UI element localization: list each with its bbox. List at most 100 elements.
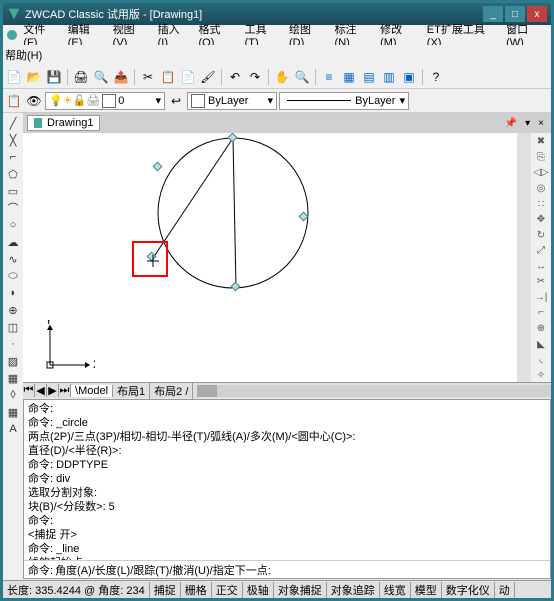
cmd-input[interactable]: 角度(A)/长度(L)/跟踪(T)/撤消(U)/指定下一点: xyxy=(55,562,271,578)
command-window: 命令: 命令: _circle 两点(2P)/三点(3P)/相切-相切-半径(T… xyxy=(23,399,551,579)
mtext-icon[interactable]: A xyxy=(5,421,21,437)
otrack-button[interactable]: 对象追踪 xyxy=(327,582,380,598)
cmd-line: 两点(2P)/三点(3P)/相切-相切-半径(T)/弧线(A)/多次(M)/<圆… xyxy=(28,430,546,444)
cmd-line: 命令: div xyxy=(28,472,546,486)
zoom-icon[interactable]: 🔍 xyxy=(293,68,311,86)
app-icon xyxy=(5,28,18,42)
table-icon[interactable]: ▦ xyxy=(5,404,21,420)
drawing-canvas[interactable]: X Y xyxy=(23,133,517,382)
polar-button[interactable]: 极轴 xyxy=(243,582,274,598)
layers-icon[interactable]: ≡ xyxy=(320,68,338,86)
trim-icon[interactable]: ✂ xyxy=(533,275,549,289)
redo-icon[interactable]: ↷ xyxy=(246,68,264,86)
copy-obj-icon[interactable]: ⎘ xyxy=(533,151,549,165)
color-dropdown[interactable]: ByLayer ▾ xyxy=(187,92,277,110)
line-icon[interactable]: ╱ xyxy=(5,115,21,131)
draw-toolbar: ╱ ╳ ⌐ ⬠ ▭ ⌒ ○ ☁ ∿ ⬭ ◗ ⊕ ◫ · ▨ ▦ ◊ ▦ A xyxy=(3,113,23,580)
print-icon[interactable]: 🖨 xyxy=(72,68,90,86)
modify-toolbar: ✖ ⎘ ◁▷ ◎ ∷ ✥ ↻ ⤢ ↔ ✂ →| ⌐ ⊕ ◣ ◟ ✧ xyxy=(531,133,551,382)
point-icon[interactable]: · xyxy=(5,336,21,352)
snap-button[interactable]: 捕捉 xyxy=(150,582,181,598)
layer-name: 0 xyxy=(118,95,124,107)
doc-tab-active[interactable]: Drawing1 xyxy=(27,115,100,131)
save-icon[interactable]: 💾 xyxy=(45,68,63,86)
scale-icon[interactable]: ⤢ xyxy=(533,244,549,258)
layer-dropdown[interactable]: 💡☀🔓🖨 0 ▾ xyxy=(45,92,165,110)
preview-icon[interactable]: 🔍 xyxy=(92,68,110,86)
cut-icon[interactable]: ✂ xyxy=(139,68,157,86)
palette-icon[interactable]: ▥ xyxy=(380,68,398,86)
grid-button[interactable]: 栅格 xyxy=(181,582,212,598)
join-icon[interactable]: ⊕ xyxy=(533,322,549,336)
new-icon[interactable]: 📄 xyxy=(5,68,23,86)
move-icon[interactable]: ✥ xyxy=(533,213,549,227)
layer-icon[interactable]: 👁 xyxy=(25,92,43,110)
tab-pin-icon[interactable]: 📌 xyxy=(502,118,520,129)
array-icon[interactable]: ∷ xyxy=(533,197,549,211)
ellarc-icon[interactable]: ◗ xyxy=(5,285,21,301)
xline-icon[interactable]: ╳ xyxy=(5,132,21,148)
circle-icon[interactable]: ○ xyxy=(5,217,21,233)
hatch-icon[interactable]: ▨ xyxy=(5,353,21,369)
revcloud-icon[interactable]: ☁ xyxy=(5,234,21,250)
tablet-button[interactable]: 数字化仪 xyxy=(442,582,495,598)
sheet-icon[interactable]: ▣ xyxy=(400,68,418,86)
vscrollbar[interactable] xyxy=(517,133,531,382)
erase-icon[interactable]: ✖ xyxy=(533,135,549,149)
crosshair-cursor xyxy=(147,255,159,267)
polygon-icon[interactable]: ⬠ xyxy=(5,166,21,182)
tab-last-icon[interactable]: ⏭ xyxy=(59,384,71,397)
help-icon[interactable]: ? xyxy=(427,68,445,86)
layout-tab-1[interactable]: 布局1 xyxy=(113,383,150,399)
cmd-prompt: 命令: xyxy=(28,562,53,578)
hscrollbar[interactable] xyxy=(197,385,551,397)
region-icon[interactable]: ◊ xyxy=(5,387,21,403)
model-button[interactable]: 模型 xyxy=(411,582,442,598)
coord-display: 长度: 335.4244 @ 角度: 234 xyxy=(3,582,150,598)
menu-help[interactable]: 帮助(H) xyxy=(5,47,42,63)
lwt-button[interactable]: 线宽 xyxy=(380,582,411,598)
spline-icon[interactable]: ∿ xyxy=(5,251,21,267)
tab-close-icon[interactable]: × xyxy=(535,118,547,129)
copy-icon[interactable]: 📋 xyxy=(159,68,177,86)
cmd-line: 命令: _line xyxy=(28,542,546,556)
tab-dropdown-icon[interactable]: ▾ xyxy=(522,118,533,129)
block-icon[interactable]: ◫ xyxy=(5,319,21,335)
undo-icon[interactable]: ↶ xyxy=(226,68,244,86)
publish-icon[interactable]: 📤 xyxy=(112,68,130,86)
gradient-icon[interactable]: ▦ xyxy=(5,370,21,386)
fillet-icon[interactable]: ◟ xyxy=(533,353,549,367)
stretch-icon[interactable]: ↔ xyxy=(533,260,549,274)
chamfer-icon[interactable]: ◣ xyxy=(533,337,549,351)
match-icon[interactable]: 🖌 xyxy=(199,68,217,86)
explode-icon[interactable]: ✧ xyxy=(533,368,549,382)
dyn-button[interactable]: 动 xyxy=(495,582,515,598)
rect-icon[interactable]: ▭ xyxy=(5,183,21,199)
layout-tab-2[interactable]: 布局2 / xyxy=(150,383,193,399)
break-icon[interactable]: ⌐ xyxy=(533,306,549,320)
tab-first-icon[interactable]: ⏮ xyxy=(23,384,35,397)
paste-icon[interactable]: 📄 xyxy=(179,68,197,86)
offset-icon[interactable]: ◎ xyxy=(533,182,549,196)
open-icon[interactable]: 📂 xyxy=(25,68,43,86)
rotate-icon[interactable]: ↻ xyxy=(533,228,549,242)
insert-icon[interactable]: ⊕ xyxy=(5,302,21,318)
command-history[interactable]: 命令: 命令: _circle 两点(2P)/三点(3P)/相切-相切-半径(T… xyxy=(24,400,550,560)
dcenter-icon[interactable]: ▤ xyxy=(360,68,378,86)
layprev-icon[interactable]: ↩ xyxy=(167,92,185,110)
linetype-dropdown[interactable]: ByLayer ▾ xyxy=(279,92,409,110)
ortho-button[interactable]: 正交 xyxy=(212,582,243,598)
mirror-icon[interactable]: ◁▷ xyxy=(533,166,549,180)
model-tab[interactable]: \Model xyxy=(71,385,113,397)
tab-prev-icon[interactable]: ◀ xyxy=(35,384,47,397)
tab-next-icon[interactable]: ▶ xyxy=(47,384,59,397)
osnap-button[interactable]: 对象捕捉 xyxy=(274,582,327,598)
ellipse-icon[interactable]: ⬭ xyxy=(5,268,21,284)
extend-icon[interactable]: →| xyxy=(533,291,549,305)
props-icon[interactable]: ▦ xyxy=(340,68,358,86)
arc-icon[interactable]: ⌒ xyxy=(5,200,21,216)
color-label: ByLayer xyxy=(208,95,248,107)
pan-icon[interactable]: ✋ xyxy=(273,68,291,86)
layer-mgr-icon[interactable]: 📋 xyxy=(5,92,23,110)
pline-icon[interactable]: ⌐ xyxy=(5,149,21,165)
